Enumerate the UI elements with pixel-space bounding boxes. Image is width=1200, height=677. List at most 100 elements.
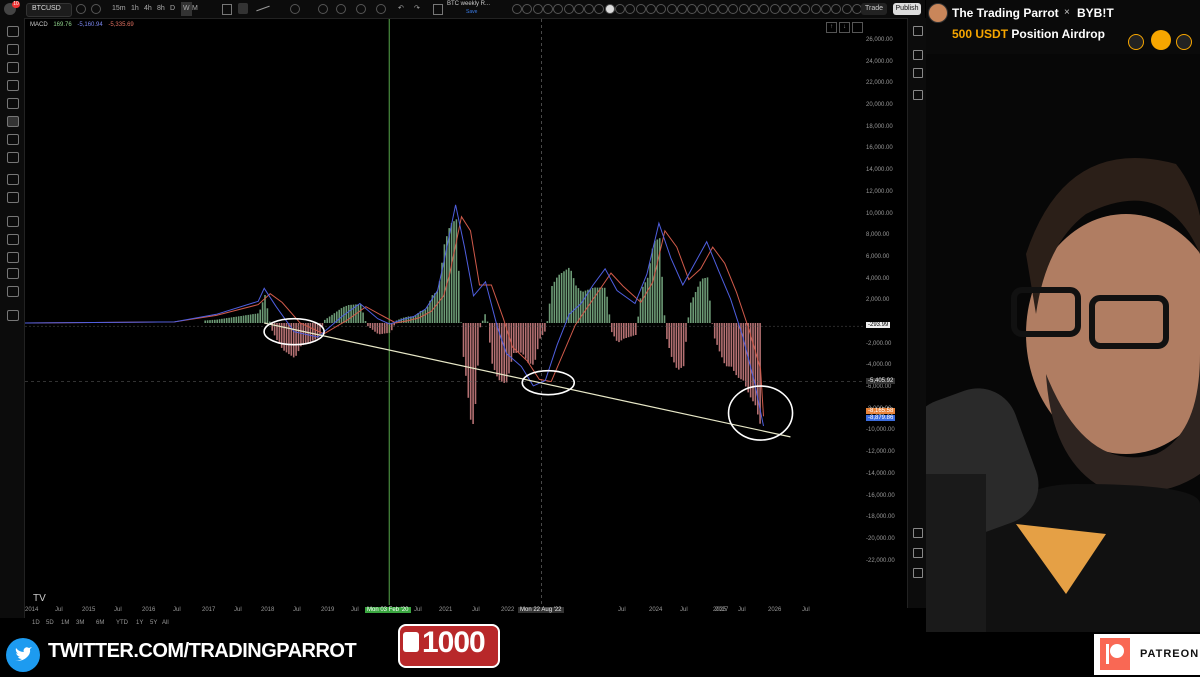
drawing-tool-icon[interactable]	[7, 80, 19, 91]
drawing-tool-icon[interactable]	[676, 4, 687, 14]
drawing-tool-icon[interactable]	[810, 4, 821, 14]
redo-icon[interactable]: ↷	[414, 2, 420, 16]
drawing-tool-icon[interactable]	[594, 4, 605, 14]
panel-tool-icon[interactable]	[913, 528, 923, 538]
drawing-tool-icon[interactable]	[7, 216, 19, 227]
rewind-icon[interactable]	[376, 4, 386, 14]
price-label: 24,000.00	[866, 58, 893, 65]
drawing-tool-icon[interactable]	[769, 4, 780, 14]
drawing-tool-icon[interactable]	[7, 286, 19, 297]
drawing-tool-icon[interactable]	[800, 4, 811, 14]
drawing-tool-icon[interactable]	[573, 4, 584, 14]
annotation-circle[interactable]	[521, 369, 576, 396]
histogram-bar	[572, 278, 575, 323]
drawing-tool-icon[interactable]	[7, 192, 19, 203]
panel-tool-icon[interactable]	[913, 68, 923, 78]
template-icon[interactable]	[336, 4, 346, 14]
banner-x: ×	[1064, 7, 1070, 18]
line-chart-icon[interactable]	[256, 5, 270, 12]
drawing-tool-icon[interactable]	[738, 4, 749, 14]
trade-button[interactable]: Trade	[861, 3, 887, 15]
clock-icon[interactable]	[356, 4, 366, 14]
drawing-tool-icon[interactable]	[779, 4, 790, 14]
drawing-tool-icon[interactable]	[728, 4, 739, 14]
drawing-tool-icon[interactable]	[7, 152, 19, 163]
drawing-tool-icon[interactable]	[615, 4, 625, 14]
drawing-tool-icon[interactable]	[718, 4, 728, 14]
macd-chart[interactable]: TV	[25, 19, 865, 605]
histogram-bar	[575, 285, 577, 323]
panel-tool-icon[interactable]	[913, 90, 923, 100]
drawing-tool-icon[interactable]	[604, 4, 615, 14]
histogram-bar	[249, 314, 252, 323]
drawing-tool-icon[interactable]	[7, 134, 19, 145]
price-axis[interactable]: 26,000.00 24,000.00 22,000.00 20,000.00 18,0…	[866, 19, 906, 609]
drawing-tool-icon[interactable]	[7, 44, 19, 55]
eye-icon[interactable]	[76, 4, 86, 14]
candle-type-icon[interactable]	[238, 3, 248, 14]
drawing-tool-icon[interactable]	[584, 4, 595, 14]
timeframe-1h[interactable]: 1h	[131, 2, 139, 16]
timeframe-15m[interactable]: 15m	[112, 2, 126, 16]
drawing-tool-icon[interactable]	[7, 26, 19, 37]
histogram-bar	[453, 221, 455, 323]
histogram-bar	[733, 323, 735, 371]
histogram-bar	[728, 323, 730, 367]
alert-icon[interactable]	[290, 4, 300, 14]
drawing-tool-icon[interactable]	[7, 310, 19, 321]
drawing-tool-icon[interactable]	[7, 116, 19, 127]
timeframe-4h[interactable]: 4h	[144, 2, 152, 16]
timeframe-8h[interactable]: 8h	[157, 2, 165, 16]
drawing-tool-icon[interactable]	[831, 4, 842, 14]
drawing-tool-icon[interactable]	[7, 174, 19, 185]
drawing-tool-icon[interactable]	[563, 4, 574, 14]
histogram-bar	[646, 277, 649, 323]
drawing-tool-icon[interactable]	[553, 4, 564, 14]
indicators-icon[interactable]	[222, 4, 232, 15]
drawing-tool-icon[interactable]	[7, 234, 19, 245]
histogram-bar	[376, 323, 379, 334]
add-symbol-icon[interactable]	[91, 4, 101, 14]
symbol-search[interactable]: BTCUSD	[26, 3, 72, 17]
timeframe-m[interactable]: M	[192, 2, 198, 16]
drawing-tool-icon[interactable]	[645, 4, 656, 14]
drawing-tool-icon[interactable]	[790, 4, 801, 14]
histogram-bar	[221, 318, 223, 323]
histogram-bar	[654, 240, 656, 323]
drawing-tool-icon[interactable]	[841, 4, 852, 14]
layout-icon[interactable]	[433, 4, 443, 15]
drawing-tool-icon[interactable]	[7, 252, 19, 263]
drawing-tool-icon[interactable]	[666, 4, 677, 14]
drawing-tool-icon[interactable]	[656, 4, 667, 14]
drawing-tool-icon[interactable]	[707, 4, 718, 14]
histogram-bar	[692, 297, 694, 323]
drawing-tool-icon[interactable]	[7, 62, 19, 73]
publish-button[interactable]: Publish	[893, 3, 921, 15]
panel-tool-icon[interactable]	[913, 50, 923, 60]
drawing-tool-icon[interactable]	[7, 98, 19, 109]
replay-icon[interactable]	[318, 4, 328, 14]
histogram-bar	[649, 263, 651, 323]
histogram-bar	[517, 323, 520, 353]
timeframe-w[interactable]: W	[181, 2, 192, 16]
drawing-tool-icon[interactable]	[7, 268, 19, 279]
drawing-tool-icon[interactable]	[748, 4, 759, 14]
undo-icon[interactable]: ↶	[398, 2, 404, 16]
panel-tool-icon[interactable]	[913, 548, 923, 558]
drawing-tool-icon[interactable]	[697, 4, 708, 14]
panel-tool-icon[interactable]	[913, 568, 923, 578]
layout-name[interactable]: BTC weekly R...	[447, 1, 490, 7]
drawing-tool-icon[interactable]	[821, 4, 831, 14]
eth-coin-icon	[1128, 34, 1144, 50]
drawing-tool-icon[interactable]	[625, 4, 636, 14]
drawing-tool-icon[interactable]	[512, 4, 522, 14]
histogram-bar	[656, 239, 659, 323]
drawing-tool-icon[interactable]	[542, 4, 553, 14]
drawing-tool-icon[interactable]	[522, 4, 533, 14]
drawing-tool-icon[interactable]	[635, 4, 646, 14]
panel-tool-icon[interactable]	[913, 26, 923, 36]
drawing-tool-icon[interactable]	[532, 4, 543, 14]
drawing-tool-icon[interactable]	[759, 4, 770, 14]
drawing-tool-icon[interactable]	[687, 4, 698, 14]
timeframe-d[interactable]: D	[170, 2, 175, 16]
